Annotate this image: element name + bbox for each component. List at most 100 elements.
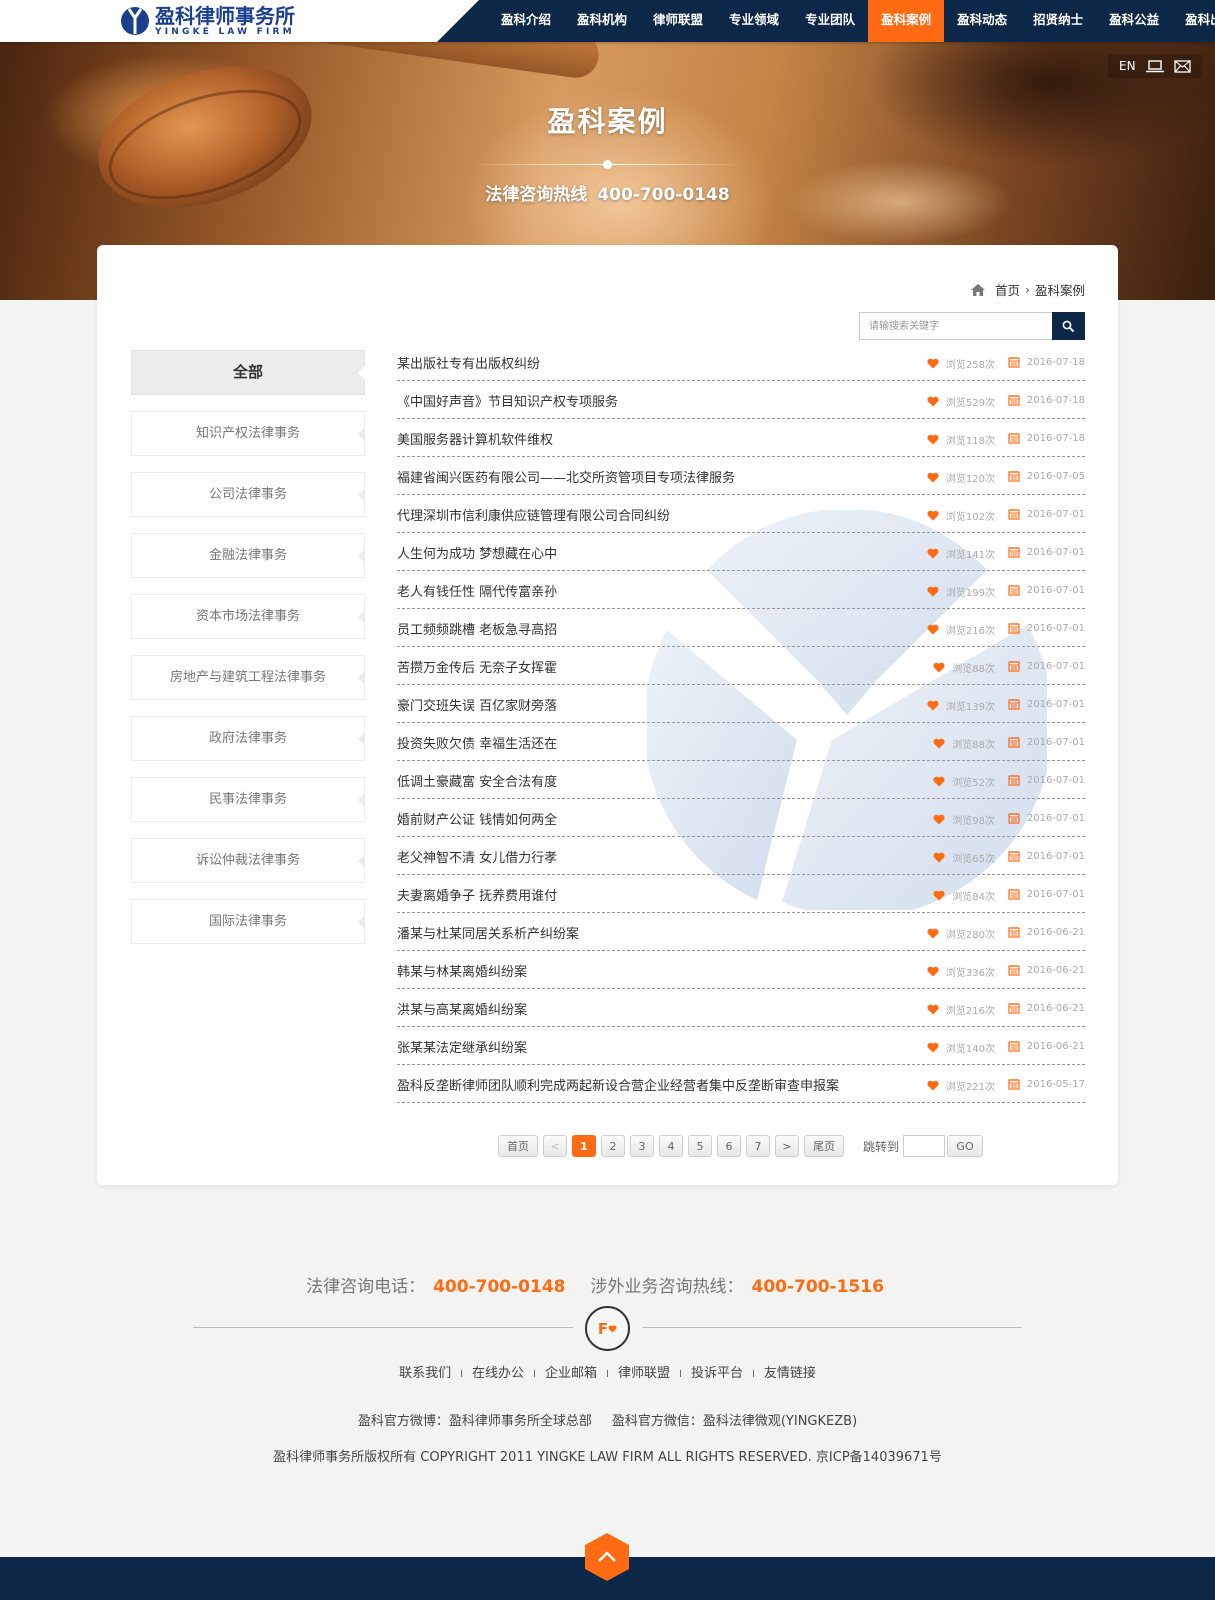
page-first-button[interactable]: 首页 (498, 1135, 538, 1157)
case-title[interactable]: 《中国好声音》节目知识产权专项服务 (397, 391, 618, 410)
sidebar-item-litigation[interactable]: 诉讼仲裁法律事务 (131, 838, 365, 883)
search-button[interactable] (1052, 312, 1085, 340)
search-box (859, 312, 1086, 340)
page-3-button[interactable]: 3 (630, 1135, 654, 1157)
heart-icon (933, 662, 952, 673)
sidebar-item-corporate[interactable]: 公司法律事务 (131, 472, 365, 517)
banner-divider-dot (603, 160, 612, 169)
footer-wechat[interactable]: 盈科官方微信：盈科法律微观(YINGKEZB) (612, 1414, 857, 1429)
case-title[interactable]: 韩某与林某离婚纠纷案 (397, 961, 527, 980)
case-views-text: 浏览140次 (945, 1044, 995, 1055)
page-6-button[interactable]: 6 (717, 1135, 741, 1157)
case-title[interactable]: 投资失败欠债 幸福生活还在 (397, 733, 557, 752)
case-row: 老人有钱任性 隔代传富亲孙 浏览199次 2016-07-01 (397, 571, 1085, 609)
banner-hotline-number: 400-700-0148 (597, 185, 730, 205)
calendar-icon (1008, 850, 1027, 862)
case-title[interactable]: 张某某法定继承纠纷案 (397, 1037, 527, 1056)
nav-item-practice-areas[interactable]: 专业领域 (716, 0, 792, 42)
case-title[interactable]: 潘某与杜某同居关系析产纠纷案 (397, 923, 579, 942)
heart-icon (927, 966, 946, 977)
page-prev-button[interactable]: < (543, 1135, 567, 1157)
breadcrumb-home[interactable]: 首页 (995, 280, 1020, 299)
nav-item-news[interactable]: 盈科动态 (944, 0, 1020, 42)
page-jump-input[interactable] (903, 1135, 946, 1157)
case-title[interactable]: 美国服务器计算机软件维权 (397, 429, 553, 448)
case-views: 浏览88次 (933, 660, 995, 675)
footer-link-mail[interactable]: 企业邮箱 (545, 1366, 597, 1381)
case-title[interactable]: 婚前财产公证 钱情如何两全 (397, 809, 557, 828)
calendar-icon (1008, 698, 1027, 710)
main-nav: 盈科介绍 盈科机构 律师联盟 专业领域 专业团队 盈科案例 盈科动态 招贤纳士 … (488, 0, 1215, 42)
case-date: 2016-07-01 (1008, 698, 1085, 710)
sidebar-item-government[interactable]: 政府法律事务 (131, 716, 365, 761)
monitor-icon[interactable] (1145, 59, 1164, 73)
nav-item-cases[interactable]: 盈科案例 (868, 0, 945, 42)
page-next-button[interactable]: > (775, 1135, 799, 1157)
page-4-button[interactable]: 4 (659, 1135, 683, 1157)
page-5-button[interactable]: 5 (688, 1135, 712, 1157)
footer-link-online-office[interactable]: 在线办公 (472, 1366, 524, 1381)
footer-link-contact[interactable]: 联系我们 (399, 1366, 451, 1381)
sidebar-item-real-estate[interactable]: 房地产与建筑工程法律事务 (131, 655, 365, 700)
nav-item-alliance[interactable]: 律师联盟 (640, 0, 716, 42)
case-title[interactable]: 盈科反垄断律师团队顺利完成两起新设合营企业经营者集中反垄断审查申报案 (397, 1075, 839, 1094)
case-row: 人生何为成功 梦想藏在心中 浏览141次 2016-07-01 (397, 533, 1085, 571)
footer-link-complaints[interactable]: 投诉平台 (691, 1366, 743, 1381)
case-row: 代理深圳市信利康供应链管理有限公司合同纠纷 浏览102次 2016-07-01 (397, 495, 1085, 533)
case-title[interactable]: 员工频频跳槽 老板急寻高招 (397, 619, 557, 638)
sidebar-item-finance[interactable]: 金融法律事务 (131, 533, 365, 578)
calendar-icon (1008, 736, 1027, 748)
breadcrumb: 首页 › 盈科案例 (970, 280, 1085, 299)
case-views: 浏览199次 (927, 584, 995, 599)
case-title[interactable]: 老父神智不清 女儿借力行孝 (397, 847, 557, 866)
sidebar-item-all[interactable]: 全部 (131, 350, 365, 395)
case-date: 2016-07-01 (1008, 508, 1085, 520)
footer-link-alliance[interactable]: 律师联盟 (618, 1366, 670, 1381)
footer-link-friends[interactable]: 友情链接 (764, 1366, 816, 1381)
page-7-button[interactable]: 7 (746, 1135, 770, 1157)
calendar-icon (1008, 356, 1027, 368)
back-to-top-button[interactable] (584, 1532, 630, 1582)
calendar-icon (1008, 546, 1027, 558)
case-title[interactable]: 人生何为成功 梦想藏在心中 (397, 543, 557, 562)
case-views: 浏览84次 (933, 888, 995, 903)
nav-item-charity[interactable]: 盈科公益 (1096, 0, 1172, 42)
case-views-text: 浏览199次 (945, 588, 995, 599)
nav-item-publications[interactable]: 盈科出版 (1172, 0, 1215, 42)
case-title[interactable]: 某出版社专有出版权纠纷 (397, 353, 540, 372)
case-title[interactable]: 夫妻离婚争子 抚养费用谁付 (397, 885, 557, 904)
case-title[interactable]: 福建省闽兴医药有限公司——北交所资管项目专项法律服务 (397, 467, 735, 486)
brand-logo[interactable]: 盈科律师事务所 YINGKE LAW FIRM (120, 5, 295, 37)
page-go-button[interactable]: GO (947, 1135, 984, 1157)
page-1-button[interactable]: 1 (572, 1135, 596, 1157)
search-input[interactable] (859, 312, 1052, 340)
language-switch-en[interactable]: EN (1119, 59, 1136, 73)
nav-item-careers[interactable]: 招贤纳士 (1020, 0, 1096, 42)
footer-weibo[interactable]: 盈科官方微博：盈科律师事务所全球总部 (358, 1414, 592, 1429)
page-last-button[interactable]: 尾页 (804, 1135, 844, 1157)
sidebar-item-international[interactable]: 国际法律事务 (131, 899, 365, 944)
case-date-text: 2016-07-01 (1026, 508, 1085, 520)
nav-item-teams[interactable]: 专业团队 (792, 0, 868, 42)
heart-icon (927, 700, 946, 711)
banner-hotline: 法律咨询热线 400-700-0148 (0, 180, 1215, 205)
mail-icon[interactable] (1173, 59, 1191, 73)
heart-icon (927, 586, 946, 597)
nav-item-offices[interactable]: 盈科机构 (564, 0, 640, 42)
sidebar-item-capital-markets[interactable]: 资本市场法律事务 (131, 594, 365, 639)
page-2-button[interactable]: 2 (601, 1135, 625, 1157)
case-title[interactable]: 低调土豪藏富 安全合法有度 (397, 771, 557, 790)
search-icon (1062, 320, 1075, 332)
footer-copyright: 盈科律师事务所版权所有 COPYRIGHT 2011 YINGKE LAW FI… (273, 1450, 942, 1465)
nav-item-intro[interactable]: 盈科介绍 (488, 0, 564, 42)
case-title[interactable]: 老人有钱任性 隔代传富亲孙 (397, 581, 557, 600)
heart-icon (927, 1004, 946, 1015)
case-views: 浏览102次 (927, 508, 995, 523)
case-date-text: 2016-05-17 (1026, 1078, 1085, 1090)
sidebar-item-ip[interactable]: 知识产权法律事务 (131, 411, 365, 456)
case-title[interactable]: 洪某与高某离婚纠纷案 (397, 999, 527, 1018)
case-title[interactable]: 代理深圳市信利康供应链管理有限公司合同纠纷 (397, 505, 670, 524)
case-title[interactable]: 豪门交班失误 百亿家财旁落 (397, 695, 557, 714)
case-title[interactable]: 苦攒万金传后 无奈子女挥霍 (397, 657, 557, 676)
sidebar-item-civil[interactable]: 民事法律事务 (131, 777, 365, 822)
